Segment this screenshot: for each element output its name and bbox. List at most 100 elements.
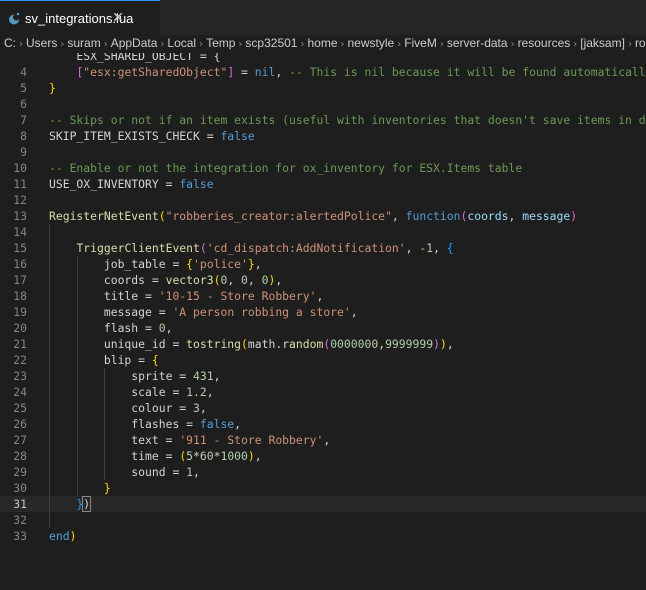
code-line[interactable]: 27 text = '911 - Store Robbery', [0,432,646,448]
code-line[interactable]: 11 USE_OX_INVENTORY = false [0,176,646,192]
line-number: 5 [20,81,27,95]
line-number: 32 [13,513,27,527]
code-token: ) [69,529,77,543]
code-line[interactable]: 5} [0,80,646,96]
breadcrumb-item[interactable]: Users [26,36,57,50]
code-line[interactable]: 30 } [0,480,646,496]
code-line[interactable]: 15 TriggerClientEvent('cd_dispatch:AddNo… [0,240,646,256]
breadcrumb-item[interactable]: server-data [447,36,508,50]
line-number: 9 [20,145,27,159]
code-text: unique_id = tostring(math.random(0000000… [49,336,454,352]
code-token: message = [49,305,173,319]
code-line[interactable]: 14 [0,224,646,240]
code-line[interactable]: 16 job_table = {'police'}, [0,256,646,272]
breadcrumb-item[interactable]: [jaksam] [580,36,625,50]
code-line[interactable]: 23 sprite = 431, [0,368,646,384]
line-number: 14 [13,225,27,239]
breadcrumb-item[interactable]: home [307,36,337,50]
close-icon[interactable]: ✕ [110,9,126,27]
code-token: , [316,289,324,303]
code-token: USE_OX_INVENTORY = [49,177,180,191]
code-token: 9999999 [385,337,434,351]
code-token: 5 [186,449,194,463]
breadcrumb-item[interactable]: Local [167,36,196,50]
code-token: ) [82,496,92,512]
code-token: ( [199,241,207,255]
code-token: , [165,321,173,335]
breadcrumb-item[interactable]: newstyle [348,36,395,50]
code-token: = [234,65,255,79]
code-line[interactable]: 33 end) [0,528,646,544]
breadcrumb-item[interactable]: robbe [635,36,646,50]
line-number: 29 [13,465,27,479]
code-token: ) [570,209,578,223]
code-line[interactable]: 24 scale = 1.2, [0,384,646,400]
code-text: message = 'A person robbing a store', [49,304,358,320]
code-line[interactable]: 8 SKIP_ITEM_EXISTS_CHECK = false [0,128,646,144]
breadcrumb-item[interactable]: C: [4,36,16,50]
code-line[interactable]: 7 -- Skips or not if an item exists (usef… [0,112,646,128]
line-number: 23 [13,369,27,383]
breadcrumb-item[interactable]: resources [518,36,571,50]
code-line[interactable]: 25 colour = 3, [0,400,646,416]
line-number: 8 [20,129,27,143]
code-line[interactable]: 31 }) [0,496,646,512]
code-token: , [227,273,242,287]
code-line[interactable]: 22 blip = { [0,352,646,368]
code-text: blip = { [49,352,159,368]
code-token: 431 [193,369,214,383]
code-text: job_table = {'police'}, [49,256,262,272]
line-number: 21 [13,337,27,351]
breadcrumb-item[interactable]: suram [67,36,100,50]
code-token: title = [49,289,159,303]
code-token: , [350,305,358,319]
code-line[interactable]: 4 ["esx:getSharedObject"] = nil, -- This… [0,64,646,80]
code-token: , [206,385,214,399]
code-token: ) [433,337,440,351]
code-token: function [405,209,461,223]
code-line[interactable]: 9 [0,144,646,160]
breadcrumb-item[interactable]: FiveM [404,36,437,50]
code-line[interactable]: 29 sound = 1, [0,464,646,480]
moon-icon [8,11,20,25]
code-line[interactable]: 32 [0,512,646,528]
code-token: , [275,65,290,79]
code-line[interactable]: 10 -- Enable or not the integration for o… [0,160,646,176]
line-number: 11 [13,177,27,191]
code-line[interactable]: 18 title = '10-15 - Store Robbery', [0,288,646,304]
breadcrumb-separator-icon: › [573,39,578,50]
code-token: 60 [199,449,214,463]
code-line[interactable]: 6 [0,96,646,112]
code-line[interactable]: 12 [0,192,646,208]
code-token: time = [49,449,180,463]
code-line[interactable]: 20 flash = 0, [0,320,646,336]
code-token: vector3 [165,273,214,287]
code-line[interactable]: 19 message = 'A person robbing a store', [0,304,646,320]
code-token: , [247,273,262,287]
code-editor[interactable]: ESX_SHARED_OBJECT = {4 ["esx:getSharedOb… [0,53,646,590]
code-token: , [234,417,242,431]
code-line[interactable]: 28 time = (5*60*1000), [0,448,646,464]
breadcrumb-item[interactable]: scp32501 [245,36,297,50]
code-line[interactable]: 21 unique_id = tostring(math.random(0000… [0,336,646,352]
code-token: false [199,417,235,431]
tab-bar: sv_integrations.lua ✕ [0,0,646,35]
line-number: 6 [20,97,27,111]
editor-tab[interactable]: sv_integrations.lua ✕ [0,0,160,35]
line-number: 30 [13,481,27,495]
code-line[interactable]: ESX_SHARED_OBJECT = { [0,53,646,64]
breadcrumb-separator-icon: › [238,39,243,50]
code-token: * [193,449,200,463]
breadcrumb-item[interactable]: AppData [111,36,158,50]
code-line[interactable]: 13 RegisterNetEvent("robberies_creator:al… [0,208,646,224]
breadcrumb-item[interactable]: Temp [206,36,235,50]
code-line[interactable]: 26 flashes = false, [0,416,646,432]
code-text: SKIP_ITEM_EXISTS_CHECK = false [49,128,255,144]
code-token: 1 [186,465,194,479]
code-token: TriggerClientEvent [76,241,200,255]
code-text: -- Skips or not if an item exists (usefu… [49,112,646,128]
code-line[interactable]: 17 coords = vector3(0, 0, 0), [0,272,646,288]
code-token: false [220,129,255,143]
code-token: { [151,353,159,367]
